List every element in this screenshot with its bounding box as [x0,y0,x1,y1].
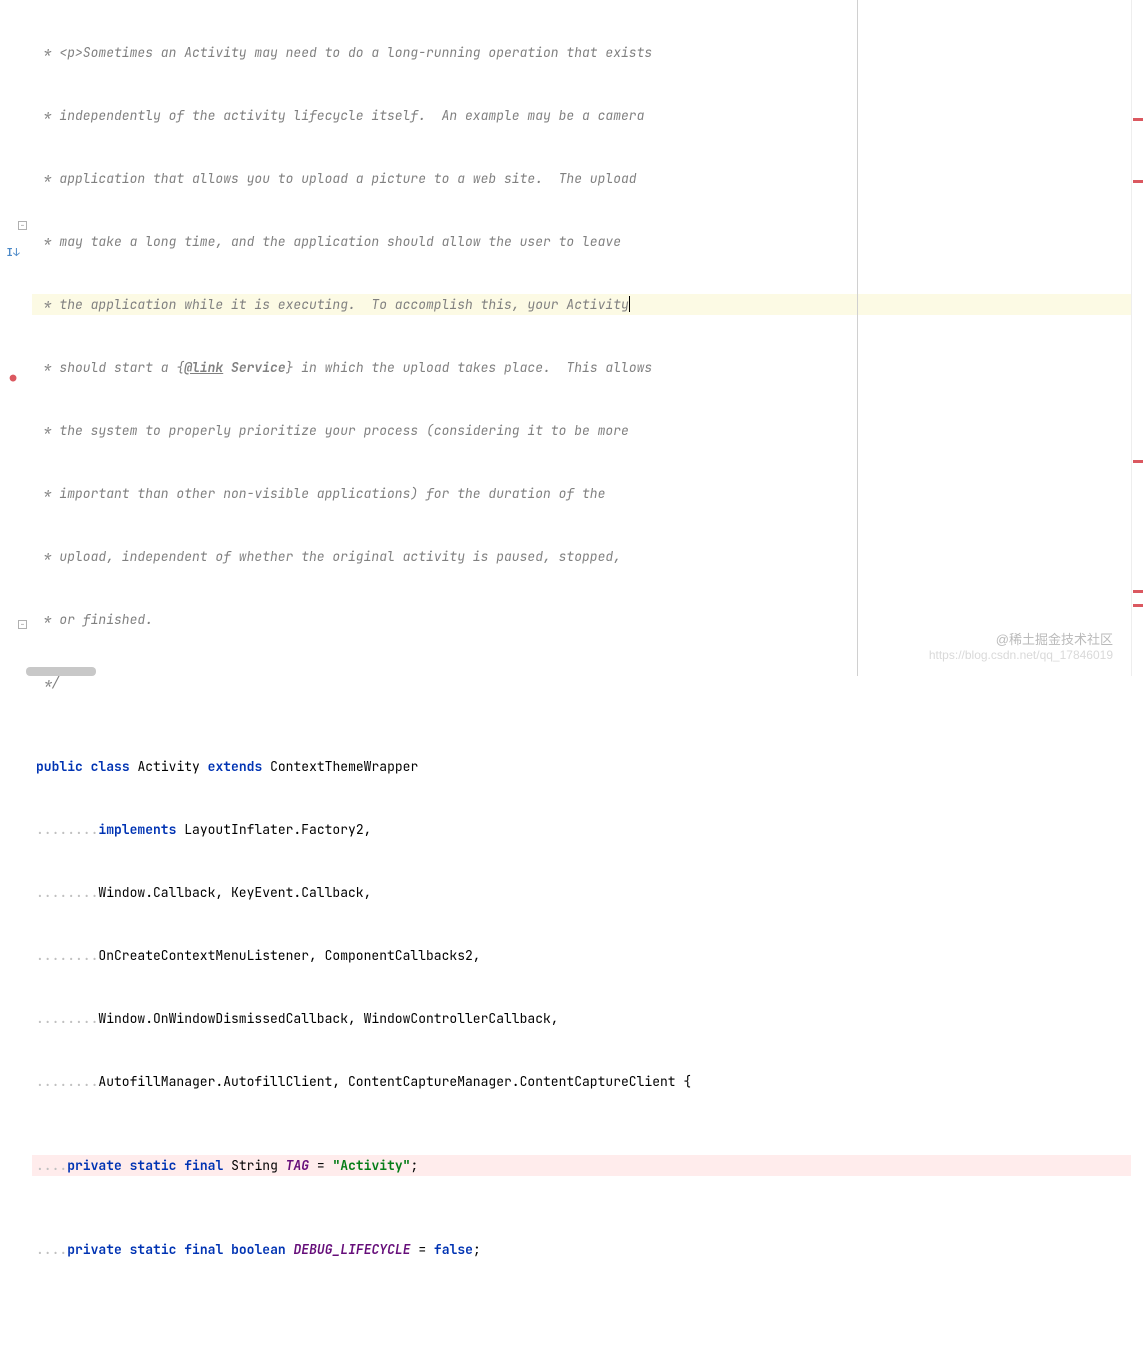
comment-text: * may take a long time, and the applicat… [36,233,621,250]
javadoc-link-tag[interactable]: @link [184,359,223,376]
right-margin-line [857,0,858,676]
error-marker[interactable] [1133,590,1143,593]
keyword: private [67,1241,122,1258]
indent-guide: ........ [36,1010,98,1027]
field-name[interactable]: TAG [286,1157,309,1174]
keyword: extends [208,758,263,775]
indent-guide: ........ [36,1073,98,1090]
literal: false [434,1241,473,1258]
current-line[interactable]: * the application while it is executing.… [32,294,1131,315]
error-marker[interactable] [1133,604,1143,607]
indent-guide: ........ [36,884,98,901]
op: = [411,1241,434,1258]
comment-text: * application that allows you to upload … [36,170,637,187]
fold-collapse-icon[interactable]: - [18,221,27,230]
comment-text: * important than other non-visible appli… [36,485,605,502]
keyword: final [184,1241,223,1258]
type-ref[interactable]: AutofillManager.AutofillClient, ContentC… [98,1073,691,1090]
keyword: boolean [231,1241,286,1258]
type-ref[interactable]: LayoutInflater.Factory2, [176,821,371,838]
indent-guide: .... [36,1157,67,1174]
type-ref[interactable]: Window.OnWindowDismissedCallback, Window… [98,1010,558,1027]
indent-guide: ........ [36,947,98,964]
type-ref[interactable]: ContextThemeWrapper [262,758,418,775]
type-ref[interactable]: String [223,1157,285,1174]
keyword: public [36,758,83,775]
fold-collapse-icon[interactable]: - [18,620,27,629]
class-name[interactable]: Activity [130,758,208,775]
comment-text: */ [36,674,59,691]
type-ref[interactable]: OnCreateContextMenuListener, ComponentCa… [98,947,480,964]
implements-gutter-icon[interactable]: I↓ [4,243,22,264]
field-name[interactable]: DEBUG_LIFECYCLE [294,1241,411,1258]
keyword: private [67,1157,122,1174]
code-area[interactable]: * <p>Sometimes an Activity may need to d… [28,0,1131,676]
error-marker[interactable] [1133,460,1143,463]
comment-text: * should start a { [36,359,184,376]
watermark-url: https://blog.csdn.net/qq_17846019 [929,645,1113,666]
error-line[interactable]: ....private static final String TAG = "A… [32,1155,1131,1176]
string-literal: "Activity" [332,1157,410,1174]
error-gutter-icon[interactable]: ● [4,369,22,390]
comment-text: * <p>Sometimes an Activity may need to d… [36,44,652,61]
text-caret [629,296,630,312]
comment-text: } in which the upload takes place. This … [286,359,653,376]
comment-text: * upload, independent of whether the ori… [36,548,621,565]
keyword: final [184,1157,223,1174]
link-target[interactable]: Service [223,359,285,376]
error-marker[interactable] [1133,180,1143,183]
horizontal-scrollbar-thumb[interactable] [26,667,96,676]
keyword: class [91,758,130,775]
keyword: static [130,1157,177,1174]
comment-text: * independently of the activity lifecycl… [36,107,644,124]
comment-text: * or finished. [36,611,153,628]
type-ref[interactable]: Window.Callback, KeyEvent.Callback, [98,884,371,901]
op: = [309,1157,332,1174]
error-stripe[interactable] [1131,0,1145,676]
indent-guide: ........ [36,821,98,838]
indent-guide: .... [36,1241,67,1258]
comment-text: * the application while it is executing.… [36,296,629,313]
keyword: static [130,1241,177,1258]
editor-wrap: - I↓ ● - * <p>Sometimes an Activity may … [0,0,1145,676]
keyword: implements [98,821,176,838]
semi: ; [411,1157,419,1174]
semi: ; [473,1241,481,1258]
gutter: - I↓ ● - [0,0,28,676]
comment-text: * the system to properly prioritize your… [36,422,629,439]
error-marker[interactable] [1133,118,1143,121]
